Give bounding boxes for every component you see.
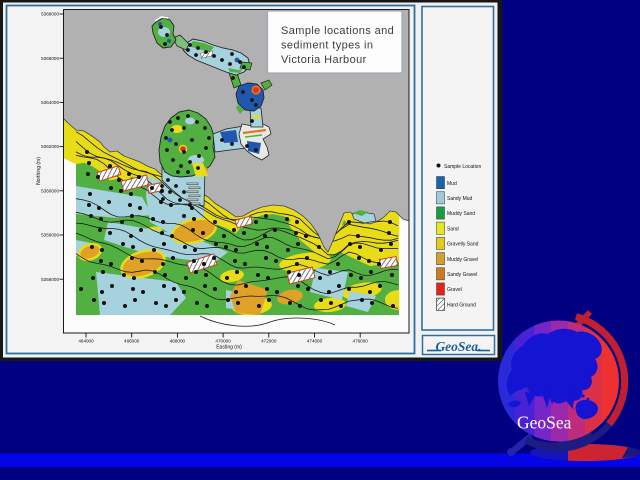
svg-text:5358000: 5358000 — [41, 233, 59, 238]
svg-text:Sample locations and: Sample locations and — [281, 25, 394, 37]
svg-text:Sandy Gravel: Sandy Gravel — [447, 272, 477, 278]
svg-text:466000: 466000 — [124, 339, 140, 344]
svg-text:Muddy Gravel: Muddy Gravel — [447, 257, 478, 263]
svg-text:Northing (m): Northing (m) — [36, 157, 42, 185]
svg-text:Hard Ground: Hard Ground — [447, 302, 476, 308]
svg-text:Easting (m): Easting (m) — [216, 345, 242, 351]
svg-text:476000: 476000 — [353, 339, 369, 344]
svg-text:470000: 470000 — [215, 339, 231, 344]
svg-text:468000: 468000 — [170, 339, 186, 344]
svg-text:5368000: 5368000 — [41, 12, 59, 17]
svg-text:Gravelly Sand: Gravelly Sand — [447, 242, 479, 248]
svg-text:Sample Location: Sample Location — [444, 164, 481, 170]
svg-text:GeoSea: GeoSea — [517, 413, 572, 433]
svg-text:Muddy Sand: Muddy Sand — [447, 211, 475, 217]
svg-text:GeoSea.: GeoSea. — [435, 339, 481, 354]
svg-text:Sandy Mud: Sandy Mud — [447, 196, 473, 202]
svg-text:474000: 474000 — [307, 339, 323, 344]
svg-text:464000: 464000 — [78, 339, 94, 344]
svg-text:Mud: Mud — [447, 181, 457, 187]
svg-text:472000: 472000 — [261, 339, 277, 344]
svg-text:Gravel: Gravel — [447, 287, 462, 293]
svg-text:sediment types in: sediment types in — [281, 40, 373, 52]
svg-text:5356000: 5356000 — [41, 277, 59, 282]
svg-text:Sand: Sand — [447, 226, 459, 232]
svg-text:5360000: 5360000 — [41, 188, 59, 193]
svg-text:5364000: 5364000 — [41, 100, 59, 105]
svg-text:5362000: 5362000 — [41, 144, 59, 149]
svg-text:5366000: 5366000 — [41, 56, 59, 61]
svg-text:Victoria Harbour: Victoria Harbour — [281, 54, 367, 66]
